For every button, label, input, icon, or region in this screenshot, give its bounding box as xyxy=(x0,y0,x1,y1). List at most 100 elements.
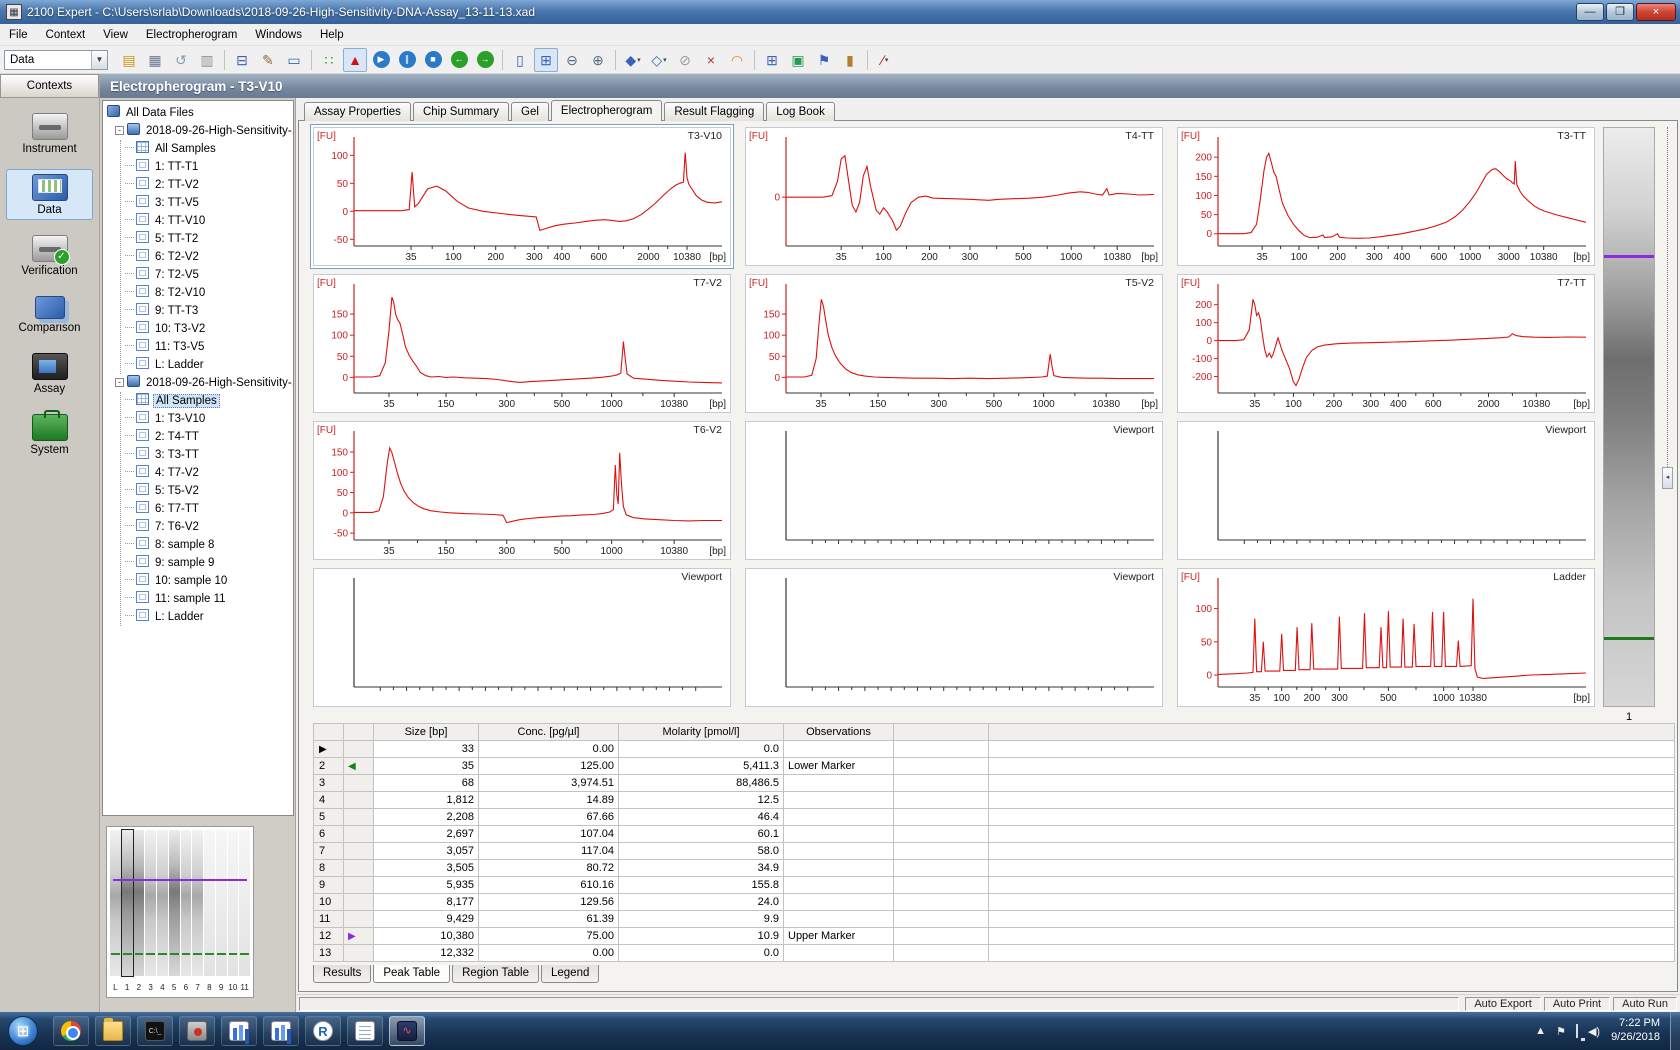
chart-t5-v2[interactable]: 0 50 100 150 35 150 300 500 1000 10380 [bp] [FU] T5-… xyxy=(745,274,1163,413)
tree-item[interactable]: 8: T2-V10 xyxy=(125,284,293,302)
taskbar-media-player[interactable] xyxy=(179,1016,215,1046)
tree-item[interactable]: 8: sample 8 xyxy=(125,536,293,554)
table-row[interactable]: ▶ 33 0.00 0.0 xyxy=(313,740,1675,758)
tree-view-button[interactable]: ⊟ xyxy=(230,48,254,72)
chart-t3-tt[interactable]: 0 50 100 150 200 35 100 200 300 400 600 1000 3000 103… xyxy=(1177,127,1595,266)
status-auto-print[interactable]: Auto Print xyxy=(1543,996,1611,1011)
tree-item[interactable]: 1: TT-T1 xyxy=(125,158,293,176)
table-row[interactable]: 11 9,429 61.39 9.9 xyxy=(313,910,1675,928)
menu-windows[interactable]: Windows xyxy=(246,26,311,44)
gel-lane-strip[interactable] xyxy=(1603,127,1655,707)
table-row[interactable]: 12 ▶ 10,380 75.00 10.9 Upper Marker xyxy=(313,927,1675,945)
tree-file-1[interactable]: - 2018-09-26-High-Sensitivity-... xyxy=(115,122,293,140)
tree-item[interactable]: L: Ladder xyxy=(125,608,293,626)
chart-t7-tt[interactable]: -200 -100 0 100 200 35 100 200 300 400 600 2000 1038… xyxy=(1177,274,1595,413)
gel-thumb-lane-11[interactable] xyxy=(239,830,250,976)
taskbar-bioanalyzer-app[interactable]: ∿ xyxy=(389,1016,425,1046)
gel-thumb-lane-7[interactable] xyxy=(192,830,203,976)
table-row[interactable]: 13 12,332 0.00 0.0 xyxy=(313,944,1675,962)
gel-thumb-lane-1[interactable] xyxy=(120,829,134,977)
electropherogram-view-button[interactable]: ▲ xyxy=(343,47,367,72)
close-button[interactable]: × xyxy=(1636,3,1676,21)
tree-root[interactable]: All Data Files xyxy=(107,104,293,122)
gel-thumb-lane-2[interactable] xyxy=(133,830,145,976)
chart-viewport[interactable]: Viewport xyxy=(1177,421,1595,560)
taskbar-explorer[interactable] xyxy=(95,1016,131,1046)
tree-item[interactable]: All Samples xyxy=(125,392,293,410)
table-row[interactable]: 4 1,812 14.89 12.5 xyxy=(313,791,1675,809)
well-selector-button[interactable]: ∷ xyxy=(317,48,341,72)
tree-item[interactable]: 5: T5-V2 xyxy=(125,482,293,500)
tree-file-2[interactable]: - 2018-09-26-High-Sensitivity-... xyxy=(115,374,293,392)
bottom-tab-legend[interactable]: Legend xyxy=(541,965,600,983)
table-row[interactable]: 8 3,505 80.72 34.9 xyxy=(313,859,1675,877)
slide-view-button[interactable]: ▭ xyxy=(282,48,306,72)
chart-viewport[interactable]: Viewport xyxy=(745,421,1163,560)
tree-item[interactable]: 7: T6-V2 xyxy=(125,518,293,536)
tree-item[interactable]: 3: TT-V5 xyxy=(125,194,293,212)
gel-thumb-lane-9[interactable] xyxy=(215,830,227,976)
tab-electropherogram[interactable]: Electropherogram xyxy=(550,100,663,121)
bottom-tab-peak-table[interactable]: Peak Table xyxy=(373,965,451,983)
table-row[interactable]: 5 2,208 67.66 46.4 xyxy=(313,808,1675,826)
tab-result-flagging[interactable]: Result Flagging xyxy=(664,102,765,121)
gel-thumb-lane-8[interactable] xyxy=(204,830,215,976)
sidebar-item-data[interactable]: Data xyxy=(6,169,93,220)
gel-thumb-lane-3[interactable] xyxy=(145,830,156,976)
table-row[interactable]: 6 2,697 107.04 60.1 xyxy=(313,825,1675,843)
chart-viewport[interactable]: Viewport xyxy=(313,568,731,707)
table-row[interactable]: 2 ◀ 35 125.00 5,411.3 Lower Marker xyxy=(313,757,1675,775)
table-row[interactable]: 7 3,057 117.04 58.0 xyxy=(313,842,1675,860)
sidebar-item-assay[interactable]: Assay xyxy=(6,348,93,399)
menu-file[interactable]: File xyxy=(0,26,37,44)
taskbar-r-app[interactable]: R xyxy=(305,1016,341,1046)
export-data-button[interactable]: ⚑ xyxy=(812,48,836,72)
table-row[interactable]: 3 68 3,974.51 88,486.5 xyxy=(313,774,1675,792)
tree-item[interactable]: 6: T7-TT xyxy=(125,500,293,518)
gel-thumb-lane-10[interactable] xyxy=(227,830,239,976)
tree-item[interactable]: 5: TT-T2 xyxy=(125,230,293,248)
tab-log-book[interactable]: Log Book xyxy=(766,102,835,121)
tree-item[interactable]: 2: TT-V2 xyxy=(125,176,293,194)
gel-thumb-lane-6[interactable] xyxy=(180,830,192,976)
menu-context[interactable]: Context xyxy=(37,26,95,44)
data-table-button[interactable]: ⊞ xyxy=(760,48,784,72)
annotation-button[interactable]: ⊘ xyxy=(673,48,697,72)
play-button[interactable]: ▶ xyxy=(369,48,393,72)
tree-item[interactable]: 9: sample 9 xyxy=(125,554,293,572)
tree-item[interactable]: 3: T3-TT xyxy=(125,446,293,464)
gel-thumbnail[interactable]: L 1 2 3 4 5 6 7 8 9 10 11 xyxy=(106,826,254,998)
taskbar-clock[interactable]: 7:22 PM 9/26/2018 xyxy=(1611,1017,1660,1045)
sidebar-item-instrument[interactable]: Instrument xyxy=(6,108,93,159)
zoom-out-button[interactable]: ⊖ xyxy=(560,48,584,72)
network-icon[interactable] xyxy=(1575,1024,1578,1038)
tab-gel[interactable]: Gel xyxy=(511,102,549,121)
maximize-button[interactable]: ❐ xyxy=(1606,3,1634,21)
bottom-tab-region-table[interactable]: Region Table xyxy=(452,965,539,983)
stop-button[interactable]: ■ xyxy=(421,48,445,72)
expander-icon[interactable]: - xyxy=(115,378,124,387)
expander-icon[interactable]: - xyxy=(115,126,124,135)
tab-chip-summary[interactable]: Chip Summary xyxy=(412,102,509,121)
tree-item[interactable]: 4: T7-V2 xyxy=(125,464,293,482)
status-auto-run[interactable]: Auto Run xyxy=(1613,996,1677,1011)
gel-thumb-lane-5[interactable] xyxy=(168,830,180,976)
zoom-in-button[interactable]: ⊕ xyxy=(586,48,610,72)
table-row[interactable]: 9 5,935 610.16 155.8 xyxy=(313,876,1675,894)
manual-integration-button[interactable]: ◆ ▾ xyxy=(621,48,645,72)
tree-item[interactable]: L: Ladder xyxy=(125,356,293,374)
edit-info-button[interactable]: ✎ xyxy=(256,48,280,72)
menu-help[interactable]: Help xyxy=(311,26,353,44)
pause-button[interactable]: ∥ xyxy=(395,48,419,72)
tree-item[interactable]: 10: sample 10 xyxy=(125,572,293,590)
start-button[interactable]: ⊞ xyxy=(8,1016,38,1046)
bottom-tab-results[interactable]: Results xyxy=(313,965,372,983)
gel-thumb-lane-4[interactable] xyxy=(157,830,168,976)
chart-t6-v2[interactable]: -50 0 50 100 150 35 150 300 500 1000 10380 [bp] [FU]… xyxy=(313,421,731,560)
tree-item[interactable]: All Samples xyxy=(125,140,293,158)
tree-item[interactable]: 11: T3-V5 xyxy=(125,338,293,356)
tab-assay-properties[interactable]: Assay Properties xyxy=(304,102,411,121)
vertical-splitter[interactable]: ◂ xyxy=(1661,127,1675,707)
tree-item[interactable]: 1: T3-V10 xyxy=(125,410,293,428)
chart-t3-v10[interactable]: -50 0 50 100 35 100 200 300 400 600 2000 10380 [bp] [… xyxy=(313,127,731,266)
